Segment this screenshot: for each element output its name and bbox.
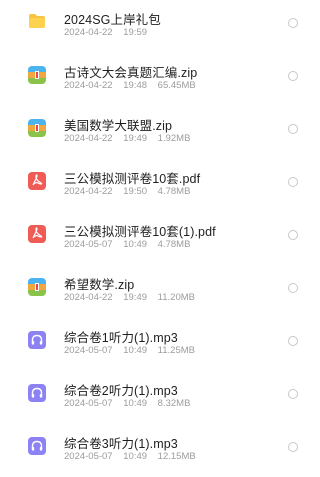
- headphones-icon: [28, 384, 46, 402]
- file-name: 综合卷1听力(1).mp3: [64, 331, 178, 345]
- file-size: 11.25MB: [157, 345, 195, 356]
- file-meta: 2024-04-22 19:50 4.78MB: [64, 186, 198, 197]
- list-item[interactable]: 美国数学大联盟.zip 2024-04-22 19:49 1.92MB: [0, 106, 319, 159]
- select-radio[interactable]: [288, 124, 298, 134]
- file-date: 2024-05-07: [64, 451, 113, 462]
- file-meta: 2024-05-07 10:49 8.32MB: [64, 398, 198, 409]
- file-date: 2024-05-07: [64, 239, 113, 250]
- file-size: 65.45MB: [157, 80, 196, 91]
- zip-icon: [28, 278, 46, 296]
- select-radio[interactable]: [288, 442, 298, 452]
- list-item[interactable]: 三公模拟测评卷10套.pdf 2024-04-22 19:50 4.78MB: [0, 159, 319, 212]
- file-name: 综合卷2听力(1).mp3: [64, 384, 178, 398]
- file-size: 4.78MB: [157, 186, 191, 197]
- file-name: 2024SG上岸礼包: [64, 13, 161, 27]
- list-item[interactable]: 古诗文大会真题汇编.zip 2024-04-22 19:48 65.45MB: [0, 53, 319, 106]
- file-time: 19:48: [123, 80, 148, 91]
- pdf-icon: [28, 225, 46, 243]
- file-date: 2024-04-22: [64, 80, 113, 91]
- file-time: 10:49: [123, 398, 148, 409]
- file-time: 19:49: [123, 133, 148, 144]
- file-name: 三公模拟测评卷10套.pdf: [64, 172, 201, 186]
- file-time: 19:59: [123, 27, 148, 38]
- list-item[interactable]: 希望数学.zip 2024-04-22 19:49 11.20MB: [0, 265, 319, 318]
- select-radio[interactable]: [288, 71, 298, 81]
- select-radio[interactable]: [288, 18, 298, 28]
- file-time: 10:49: [123, 451, 148, 462]
- file-date: 2024-05-07: [64, 398, 113, 409]
- file-name: 古诗文大会真题汇编.zip: [64, 66, 198, 80]
- list-item[interactable]: 综合卷3听力(1).mp3 2024-05-07 10:49 12.15MB: [0, 424, 319, 477]
- file-name: 美国数学大联盟.zip: [64, 119, 173, 133]
- file-name: 三公模拟测评卷10套(1).pdf: [64, 225, 216, 239]
- file-size: 11.20MB: [157, 292, 195, 303]
- file-date: 2024-04-22: [64, 186, 113, 197]
- file-meta: 2024-05-07 10:49 12.15MB: [64, 451, 204, 462]
- file-name: 综合卷3听力(1).mp3: [64, 437, 178, 451]
- file-meta: 2024-05-07 10:49 4.78MB: [64, 239, 198, 250]
- file-time: 10:49: [123, 345, 148, 356]
- file-date: 2024-04-22: [64, 27, 113, 38]
- select-radio[interactable]: [288, 177, 298, 187]
- headphones-icon: [28, 331, 46, 349]
- file-size: 8.32MB: [157, 398, 191, 409]
- file-size: 4.78MB: [157, 239, 191, 250]
- file-meta: 2024-04-22 19:49 11.20MB: [64, 292, 203, 303]
- file-meta: 2024-04-22 19:48 65.45MB: [64, 80, 204, 91]
- zip-icon: [28, 119, 46, 137]
- file-size: 1.92MB: [157, 133, 191, 144]
- select-radio[interactable]: [288, 336, 298, 346]
- select-radio[interactable]: [288, 283, 298, 293]
- file-meta: 2024-04-22 19:49 1.92MB: [64, 133, 198, 144]
- file-date: 2024-04-22: [64, 292, 113, 303]
- file-date: 2024-05-07: [64, 345, 113, 356]
- file-time: 19:50: [123, 186, 148, 197]
- list-item[interactable]: 三公模拟测评卷10套(1).pdf 2024-05-07 10:49 4.78M…: [0, 212, 319, 265]
- file-time: 19:49: [123, 292, 148, 303]
- list-item[interactable]: 2024SG上岸礼包 2024-04-22 19:59: [0, 0, 319, 53]
- select-radio[interactable]: [288, 230, 298, 240]
- pdf-icon: [28, 172, 46, 190]
- list-item[interactable]: 综合卷2听力(1).mp3 2024-05-07 10:49 8.32MB: [0, 371, 319, 424]
- file-size: 12.15MB: [157, 451, 196, 462]
- list-item[interactable]: 综合卷1听力(1).mp3 2024-05-07 10:49 11.25MB: [0, 318, 319, 371]
- file-list: 2024SG上岸礼包 2024-04-22 19:59 古诗文大会真题汇编.zi…: [0, 0, 319, 466]
- folder-icon: [28, 13, 46, 31]
- file-meta: 2024-05-07 10:49 11.25MB: [64, 345, 203, 356]
- file-time: 10:49: [123, 239, 148, 250]
- headphones-icon: [28, 437, 46, 455]
- file-meta: 2024-04-22 19:59: [64, 27, 155, 38]
- select-radio[interactable]: [288, 389, 298, 399]
- zip-icon: [28, 66, 46, 84]
- file-date: 2024-04-22: [64, 133, 113, 144]
- file-name: 希望数学.zip: [64, 278, 135, 292]
